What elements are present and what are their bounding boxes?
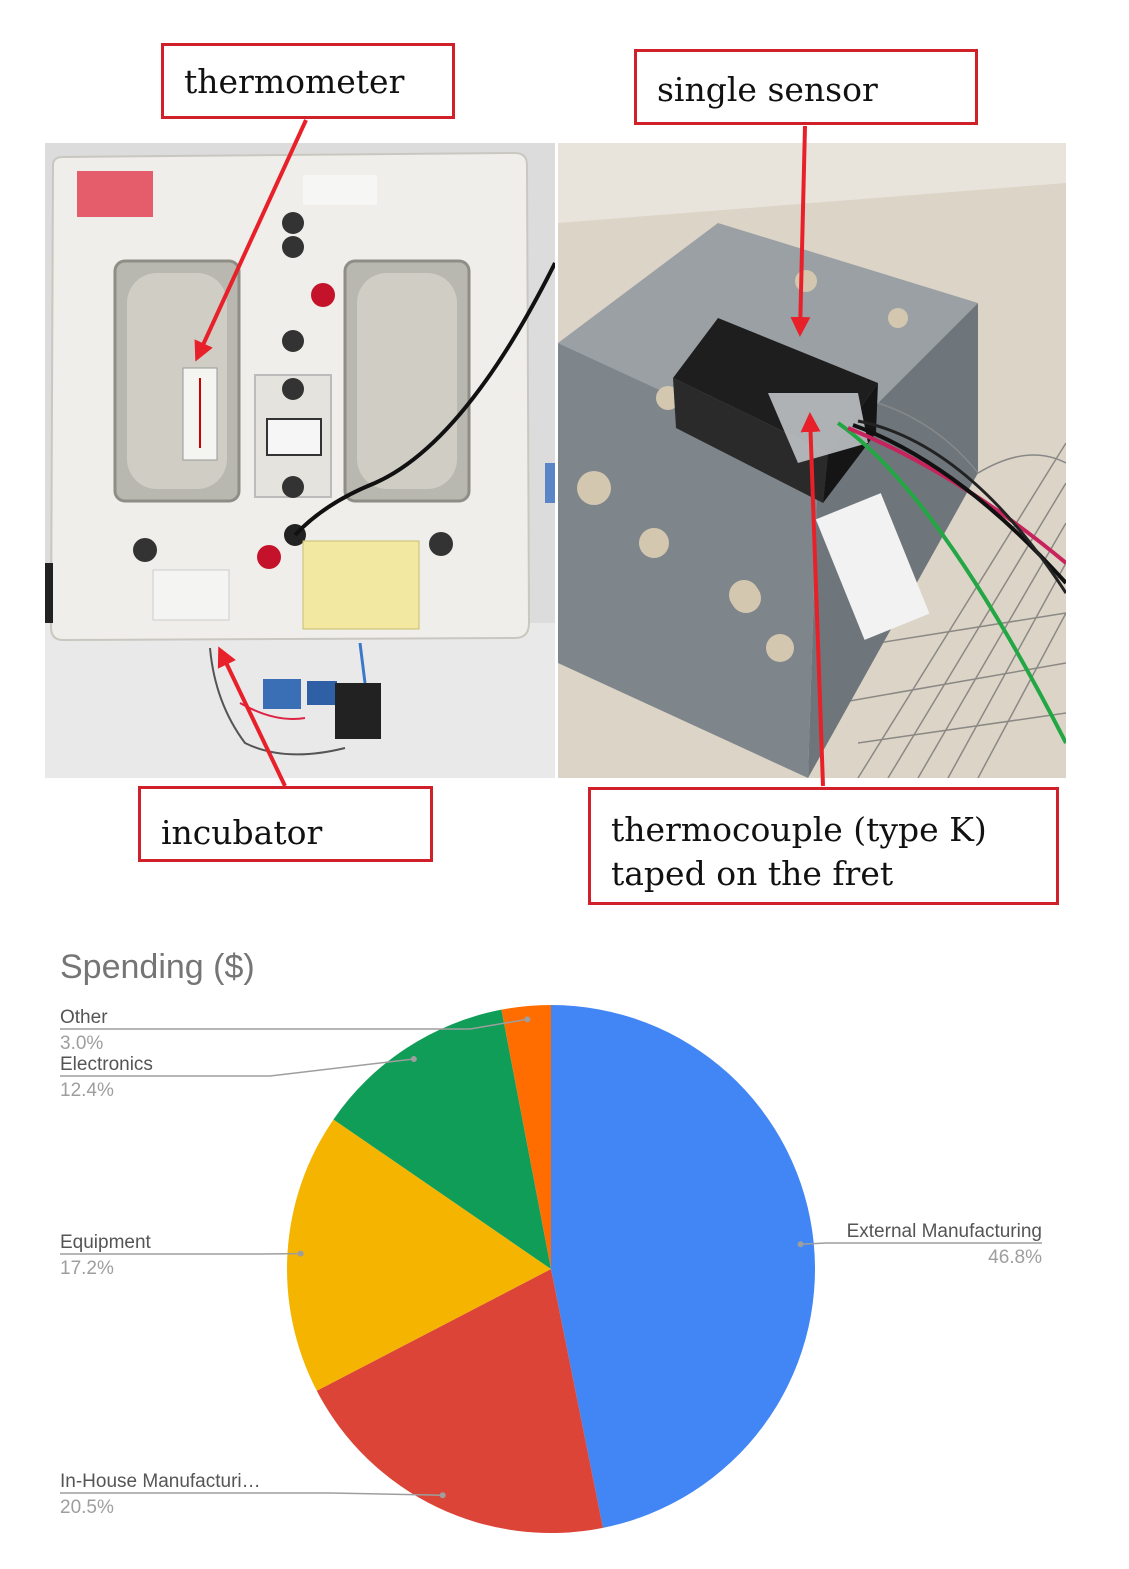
pie-label-name-4: Other: [60, 1007, 108, 1028]
pie-label-name-2: Equipment: [60, 1232, 152, 1253]
pie-slice-0: [551, 1005, 816, 1528]
incubator-callout: incubator: [138, 786, 433, 862]
pie-label-value-2: 17.2%: [60, 1258, 114, 1279]
pie-label-value-1: 20.5%: [60, 1497, 114, 1518]
pie-leader-line-1: [60, 1492, 443, 1496]
sensor-photo: [558, 143, 1066, 778]
pie-label-value-4: 3.0%: [60, 1033, 103, 1054]
pie-leader-line-0: [800, 1242, 1042, 1245]
thermometer-label: thermometer: [184, 62, 405, 101]
thermocouple-callout: thermocouple (type K) taped on the fret: [588, 787, 1059, 905]
incubator-photo-drawing: [45, 143, 555, 778]
pie-label-name-0: External Manufacturing: [847, 1221, 1042, 1242]
single-sensor-callout: single sensor: [634, 49, 978, 125]
single-sensor-label: single sensor: [657, 70, 878, 109]
thermocouple-label-line1: thermocouple (type K): [611, 810, 987, 849]
chart-title: Spending ($): [60, 948, 255, 986]
pie-slices: [287, 1005, 816, 1533]
photo-panel: thermometer single sensor incubator ther…: [0, 0, 1129, 920]
thermometer-callout: thermometer: [161, 43, 455, 119]
sensor-photo-drawing: [558, 143, 1066, 778]
pie-label-value-3: 12.4%: [60, 1080, 114, 1101]
incubator-photo: [45, 143, 555, 778]
pie-label-value-0: 46.8%: [988, 1247, 1042, 1268]
pie-label-name-3: Electronics: [60, 1054, 153, 1075]
thermocouple-label-line2: taped on the fret: [611, 854, 894, 893]
spending-pie-chart: Spending ($) External Manufacturing 46.8%…: [60, 948, 1042, 1533]
pie-label-name-1: In-House Manufacturi…: [60, 1471, 261, 1492]
incubator-label: incubator: [161, 813, 323, 852]
